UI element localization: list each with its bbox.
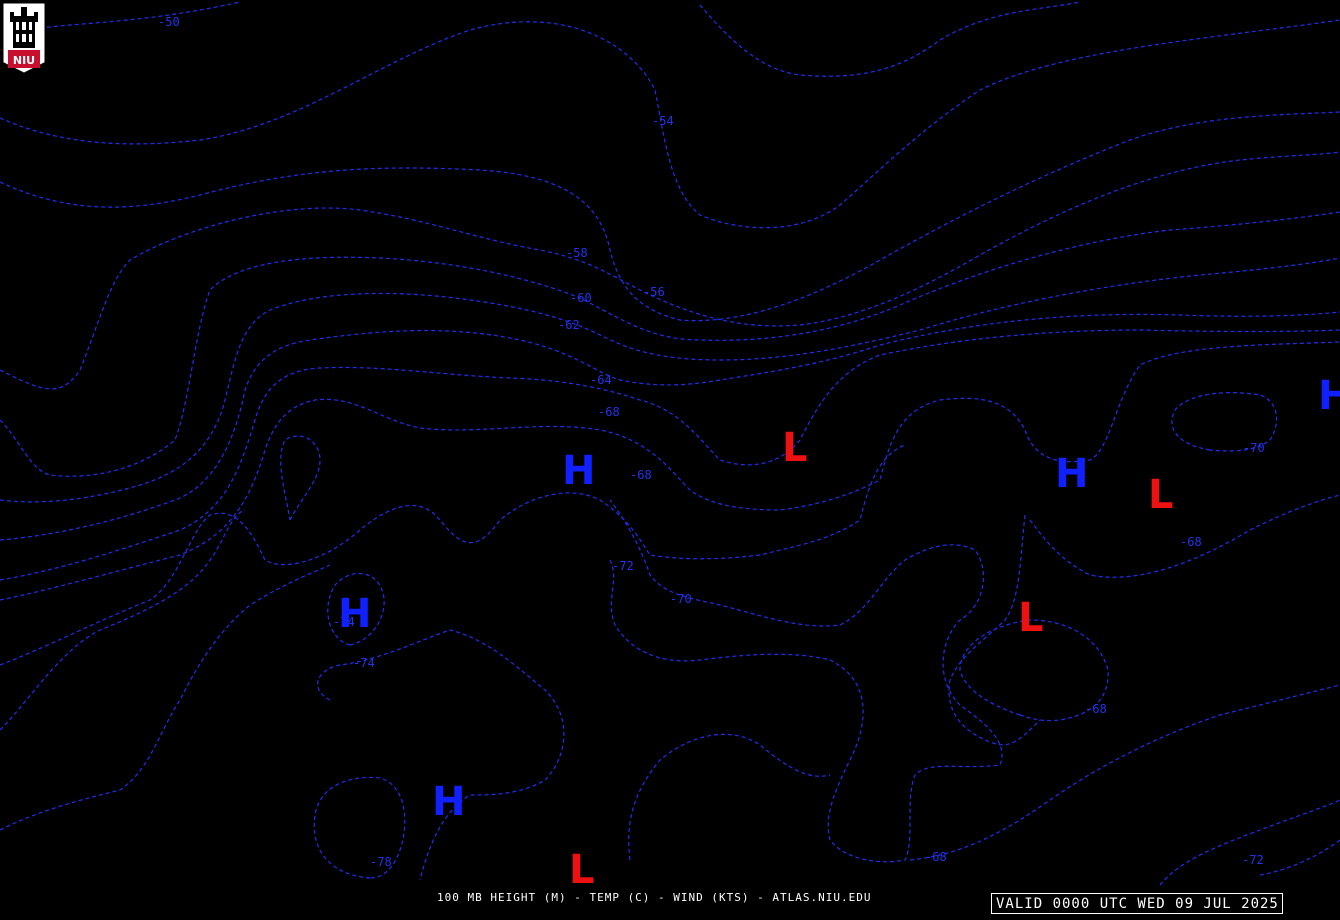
- contour-label: -60: [570, 291, 592, 305]
- valid-time-box: VALID 0000 UTC WED 09 JUL 2025: [991, 893, 1283, 914]
- isotherm-line: [699, 1, 1081, 77]
- isotherm-line: [0, 329, 1340, 581]
- high-pressure-marker: H: [432, 779, 465, 825]
- isotherm-line: [280, 435, 321, 521]
- isotherm-line: [0, 564, 331, 831]
- contour-label: -70: [670, 592, 692, 606]
- contour-label: -74: [353, 656, 375, 670]
- low-pressure-marker: L: [1148, 472, 1174, 518]
- isotherm-line: [909, 684, 1340, 861]
- contour-label: -72: [1242, 853, 1264, 867]
- high-pressure-centers: H H H H H: [338, 373, 1340, 825]
- high-pressure-marker: H: [338, 591, 371, 637]
- isotherm-line: [39, 1, 241, 29]
- low-pressure-marker: L: [1018, 595, 1044, 641]
- isotherm-line: [1159, 799, 1340, 886]
- high-pressure-marker: H: [562, 448, 595, 494]
- isotherm-line: [0, 311, 1340, 541]
- university-tower-logo: NIU: [3, 3, 45, 73]
- contour-label: -78: [370, 855, 392, 869]
- contour-label: -54: [652, 114, 674, 128]
- logo-text: NIU: [13, 54, 35, 67]
- isotherm-line: [628, 733, 831, 861]
- high-pressure-marker: H: [1055, 451, 1088, 497]
- isotherm-line: [0, 341, 1340, 601]
- contour-labels: -50 -54 -58 -56 -60 -62 -64 -68 -68 -72 …: [158, 15, 1265, 869]
- isotherm-line: [0, 257, 1340, 503]
- high-pressure-marker: H: [1318, 373, 1340, 419]
- isotherm-line: [0, 151, 1340, 390]
- isotherm-line: [0, 211, 1340, 477]
- weather-map: -50 -54 -58 -56 -60 -62 -64 -68 -68 -72 …: [0, 1, 1340, 893]
- contour-label: -68: [630, 468, 652, 482]
- contour-label: -56: [643, 285, 665, 299]
- contour-label: -68: [925, 850, 947, 864]
- contour-label: -50: [158, 15, 180, 29]
- contour-label: -72: [612, 559, 634, 573]
- contour-label: -68: [598, 405, 620, 419]
- contour-label: -70: [1243, 441, 1265, 455]
- contour-label: -58: [566, 246, 588, 260]
- isotherm-contours: [0, 1, 1340, 886]
- contour-label: -62: [558, 318, 580, 332]
- contour-label: -68: [1085, 702, 1107, 716]
- isotherm-line: [609, 499, 1003, 863]
- isotherm-line: [0, 111, 1340, 322]
- contour-label: -68: [1180, 535, 1202, 549]
- isotherm-line: [0, 509, 246, 731]
- low-pressure-marker: L: [782, 425, 808, 471]
- low-pressure-marker: L: [569, 847, 595, 893]
- contour-label: -64: [590, 373, 612, 387]
- isotherm-line: [1259, 839, 1340, 876]
- map-caption: 100 MB HEIGHT (M) - TEMP (C) - WIND (KTS…: [437, 891, 872, 904]
- isotherm-line: [0, 444, 906, 666]
